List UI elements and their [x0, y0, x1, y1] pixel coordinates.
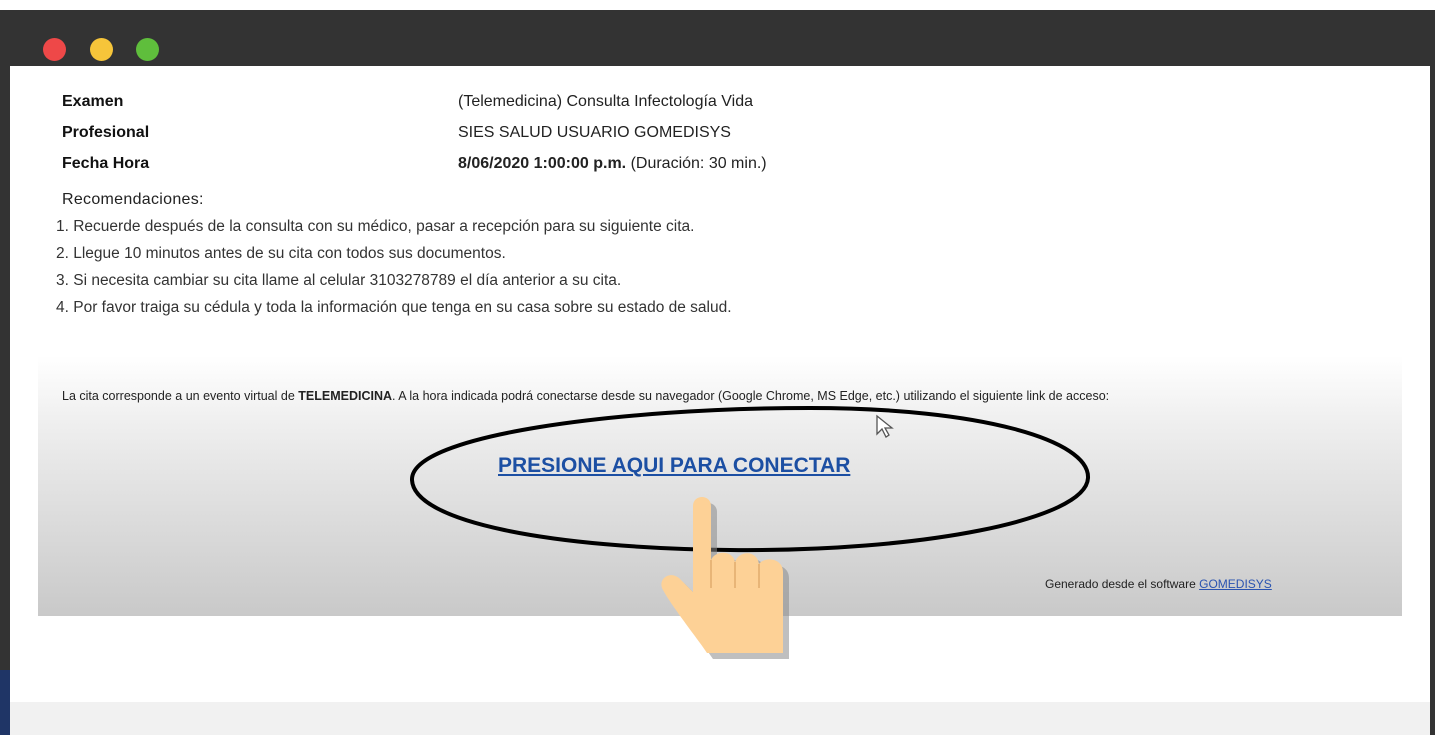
recommendations-title: Recomendaciones: [62, 191, 204, 208]
appointment-details: Examen (Telemedicina) Consulta Infectolo… [62, 93, 1062, 186]
maximize-window-button[interactable] [136, 38, 159, 61]
mouse-cursor-icon [876, 414, 894, 438]
recommendation-item: 4. Por favor traiga su cédula y toda la … [56, 299, 732, 316]
title-bar [0, 10, 1435, 66]
professional-value: SIES SALUD USUARIO GOMEDISYS [458, 124, 731, 141]
info-text-before: La cita corresponde a un evento virtual … [62, 389, 295, 403]
datetime-label: Fecha Hora [62, 155, 150, 172]
recommendation-item: 3. Si necesita cambiar su cita llame al … [56, 272, 622, 289]
generated-text: Generado desde el software [1045, 577, 1196, 591]
recommendation-item: 2. Llegue 10 minutos antes de su cita co… [56, 245, 506, 262]
datetime-row: Fecha Hora 8/06/2020 1:00:00 p.m. (Durac… [62, 155, 1062, 186]
generated-by-footer: Generado desde el software GOMEDISYS [1045, 577, 1272, 591]
professional-row: Profesional SIES SALUD USUARIO GOMEDISYS [62, 124, 1062, 155]
minimize-window-button[interactable] [90, 38, 113, 61]
recommendations-list: 1. Recuerde después de la consulta con s… [56, 217, 732, 325]
recommendation-item: 1. Recuerde después de la consulta con s… [56, 218, 695, 235]
pointing-hand-icon [661, 497, 789, 659]
window-frame-left [0, 66, 10, 735]
datetime-value: 8/06/2020 1:00:00 p.m. [458, 155, 627, 172]
connect-link[interactable]: PRESIONE AQUI PARA CONECTAR [498, 454, 850, 478]
close-window-button[interactable] [43, 38, 66, 61]
duration-value: (Duración: 30 min.) [630, 155, 767, 172]
exam-label: Examen [62, 93, 124, 110]
datetime-value-group: 8/06/2020 1:00:00 p.m. (Duración: 30 min… [458, 155, 767, 173]
exam-row: Examen (Telemedicina) Consulta Infectolo… [62, 93, 1062, 124]
window-frame-accent [0, 670, 10, 735]
bottom-bar [10, 702, 1430, 735]
exam-value: (Telemedicina) Consulta Infectología Vid… [458, 93, 753, 110]
software-link[interactable]: GOMEDISYS [1199, 577, 1272, 591]
professional-label: Profesional [62, 124, 150, 141]
window-frame-right [1430, 66, 1435, 735]
telemedicine-keyword: TELEMEDICINA [298, 389, 393, 403]
browser-window: Examen (Telemedicina) Consulta Infectolo… [0, 0, 1435, 735]
